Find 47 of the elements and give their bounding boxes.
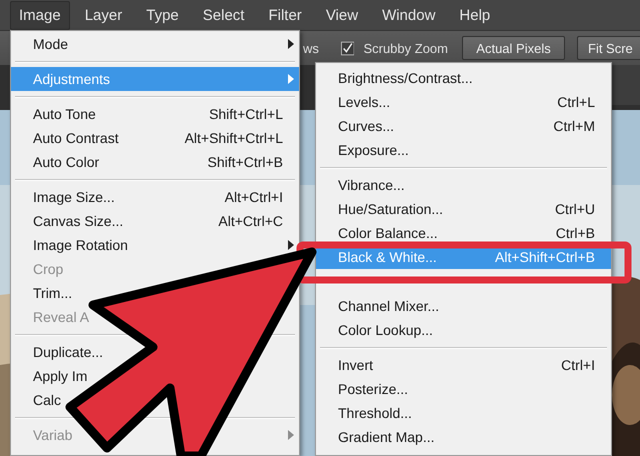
- menu-item[interactable]: Color Balance...: [338, 225, 438, 241]
- menu-item[interactable]: Hue/Saturation...: [338, 201, 444, 217]
- menu-item[interactable]: Vibrance...: [338, 177, 405, 193]
- shortcut-label: Shift+Ctrl+L: [209, 106, 283, 122]
- menu-item[interactable]: Exposure...: [338, 142, 409, 158]
- menu-bar-item[interactable]: Layer: [76, 0, 132, 30]
- menu-item[interactable]: Duplicate...: [33, 344, 104, 360]
- menu-bar-item[interactable]: Window: [373, 0, 444, 30]
- menu-item[interactable]: Color Lookup...: [338, 322, 433, 338]
- checkbox[interactable]: [340, 40, 354, 56]
- shortcut-label: Ctrl+U: [554, 201, 595, 217]
- menu-item[interactable]: Threshold...: [338, 405, 412, 421]
- shortcut-label: Ctrl+M: [553, 118, 595, 134]
- shortcut-label: Alt+Shift+Ctrl+L: [184, 130, 283, 146]
- menu-item[interactable]: Curves...: [338, 118, 394, 134]
- menu-bar-item[interactable]: Image: [10, 0, 70, 30]
- shortcut-label: Ctrl+B: [556, 225, 595, 241]
- shortcut-label: Shift+Ctrl+B: [208, 154, 283, 170]
- option-label: ws: [303, 40, 319, 56]
- menu-bar-item[interactable]: Type: [137, 0, 188, 30]
- shortcut-label: Ctrl+I: [561, 357, 595, 373]
- menu-bar-item[interactable]: Select: [194, 0, 254, 30]
- shortcut-label: Alt+Ctrl+C: [218, 213, 283, 229]
- menu-bar-item[interactable]: Filter: [259, 0, 311, 30]
- menu-bar-item[interactable]: Help: [450, 0, 500, 30]
- menu-item[interactable]: Apply Im: [33, 368, 88, 384]
- toolbar-button[interactable]: Fit Scre: [577, 36, 640, 60]
- menu-item[interactable]: Calc: [33, 392, 62, 408]
- menu-item[interactable]: Auto Contrast: [33, 130, 119, 146]
- shortcut-label: Alt+Ctrl+I: [224, 189, 283, 205]
- menu-item[interactable]: Image Size...: [33, 189, 115, 205]
- menu-item[interactable]: Invert: [338, 357, 374, 373]
- menu-item[interactable]: Canvas Size...: [33, 213, 124, 229]
- menu-item[interactable]: Levels...: [338, 94, 390, 110]
- menu-item[interactable]: Gradient Map...: [338, 429, 434, 445]
- shortcut-label: Ctrl+L: [557, 94, 595, 110]
- menu-item[interactable]: Trim...: [33, 285, 72, 301]
- checkbox-label: Scrubby Zoom: [363, 40, 448, 56]
- menu-item[interactable]: Mode: [33, 36, 68, 52]
- toolbar-button[interactable]: Actual Pixels: [462, 36, 565, 60]
- menu-item[interactable]: Brightness/Contrast...: [338, 70, 473, 86]
- menu-bar-item[interactable]: View: [316, 0, 368, 30]
- menu-item[interactable]: Posterize...: [338, 381, 408, 397]
- menu-item[interactable]: Channel Mixer...: [338, 298, 440, 314]
- menu-item[interactable]: Auto Tone: [33, 106, 96, 122]
- menu-item[interactable]: Image Rotation: [33, 237, 128, 253]
- menu-item[interactable]: Auto Color: [33, 154, 100, 170]
